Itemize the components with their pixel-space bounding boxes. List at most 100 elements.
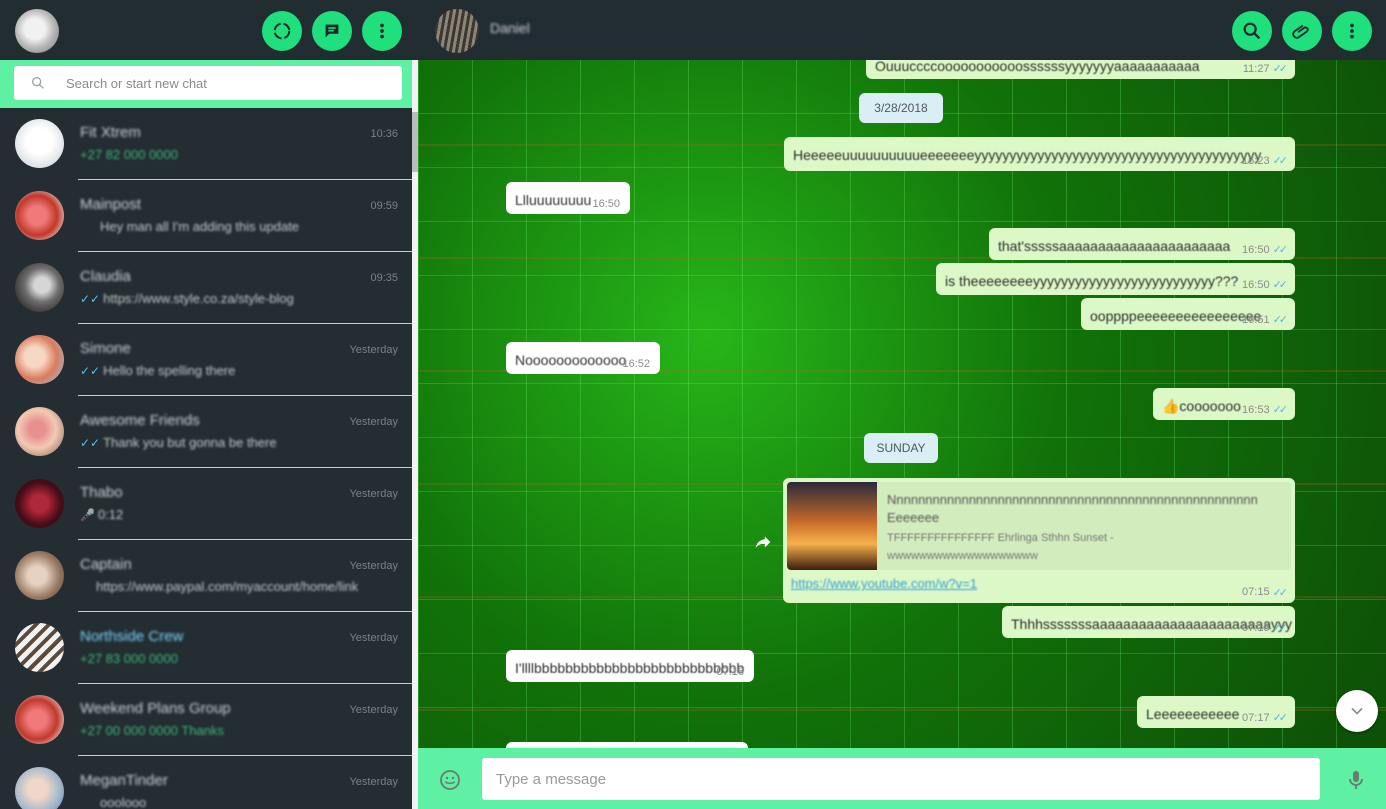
new-chat-button[interactable] (312, 11, 352, 51)
message-meta: 16:50 (592, 198, 620, 210)
chat-preview: https://www.paypal.com/myaccount/home/li… (80, 579, 358, 594)
link-url[interactable]: https://www.youtube.com/w?v=1 (791, 576, 977, 591)
message-incoming[interactable]: I'llllbbbbbbbbbbbbbbbbbbbbbbbbbbb 07:16 (506, 650, 754, 682)
sidebar: Fit Xtrem 10:36 +27 82 000 0000 Mainpost… (0, 0, 418, 809)
message-time: 16:50 (1242, 243, 1270, 256)
chat-time: Yesterday (349, 632, 398, 644)
attach-button[interactable] (1282, 11, 1322, 51)
message-outgoing[interactable]: 👍cooooooo 16:53 ✓✓ (1153, 388, 1295, 420)
chat-preview: ooolooo (80, 795, 146, 809)
message-time: 16:51 (1242, 313, 1270, 326)
double-tick-icon: ✓✓ (1272, 712, 1289, 724)
message-input[interactable] (482, 758, 1320, 800)
double-tick-icon: ✓✓ (1272, 587, 1289, 599)
avatar (15, 695, 64, 744)
new-chat-icon (325, 24, 339, 38)
status-button[interactable] (262, 11, 302, 51)
message-time: 16:50 (592, 198, 620, 210)
chat-preview-text: +27 82 000 0000 (80, 147, 178, 162)
chat-list-item[interactable]: Captain Yesterday https://www.paypal.com… (0, 540, 412, 612)
message-outgoing[interactable]: Ouuuccccooooooooooossssssyyyyyyyaaaaaaaa… (866, 60, 1295, 79)
search-input[interactable] (66, 66, 386, 100)
chat-list-item[interactable]: Awesome Friends Yesterday ✓✓ Thank you bu… (0, 396, 412, 468)
message-time: 11:27 (1242, 62, 1270, 75)
contact-name[interactable]: Daniel (490, 20, 530, 36)
message-text: Llluuuuuuuu (515, 192, 592, 208)
chat-item-body: MeganTinder Yesterday ooolooo (78, 756, 412, 809)
message-outgoing[interactable]: that'sssssaaaaaaaaaaaaaaaaaaaaaa 16:50 ✓✓ (989, 228, 1295, 260)
chat-preview-text: +27 83 000 0000 (80, 651, 178, 666)
message-text: Ouuuccccooooooooooossssssyyyyyyyaaaaaaaa… (875, 60, 1200, 74)
chat-list-item[interactable]: Thabo Yesterday 🎤 0:12 (0, 468, 412, 540)
message-incoming[interactable]: Nooooooooooooo 16:52 (506, 342, 660, 374)
message-text: I'llllbbbbbbbbbbbbbbbbbbbbbbbbbbb (515, 660, 745, 676)
message-meta: 11:27 ✓✓ (1242, 62, 1289, 76)
message-outgoing[interactable]: is theeeeeeeeyyyyyyyyyyyyyyyyyyyyyyyyyy?… (936, 263, 1295, 295)
message-meta: 07:16 (716, 666, 744, 678)
chat-item-body: Simone Yesterday ✓✓ Hello the spelling th… (78, 324, 412, 396)
message-incoming[interactable]: Llluuuuuuuu 16:50 (506, 182, 630, 214)
chat-name: Weekend Plans Group (80, 700, 231, 717)
double-tick-icon: ✓✓ (1272, 279, 1289, 291)
chat-time: Yesterday (349, 704, 398, 716)
message-text: Nooooooooooooo (515, 352, 627, 368)
chat-preview-text: https://www.paypal.com/myaccount/home/li… (96, 579, 359, 594)
search-box[interactable] (14, 66, 402, 100)
message-text: Leeeeeeeeeee (1146, 706, 1240, 722)
emoji-icon[interactable] (438, 768, 462, 792)
chat-time: 09:35 (370, 272, 398, 284)
avatar (15, 551, 64, 600)
forward-icon[interactable] (752, 531, 774, 553)
message-time: 16:53 (1242, 403, 1270, 416)
avatar (15, 119, 64, 168)
chat-preview: ✓✓ https://www.style.co.za/style-blog (80, 291, 294, 306)
date-divider: SUNDAY (864, 433, 938, 463)
mic-icon[interactable] (1344, 768, 1368, 792)
chat-item-body: Weekend Plans Group Yesterday +27 00 000… (78, 684, 412, 756)
chat-list-item[interactable]: Mainpost 09:59 Hey man all I'm adding th… (0, 180, 412, 252)
double-tick-icon: ✓✓ (80, 291, 101, 306)
sidebar-menu-button[interactable] (362, 11, 402, 51)
message-outgoing[interactable]: Heeeeeuuuuuuuuuueeeeeeeyyyyyyyyyyyyyyyyy… (784, 137, 1295, 171)
message-meta: 16:23 ✓✓ (1242, 154, 1288, 168)
double-tick-icon: ✓✓ (80, 363, 101, 378)
chat-list-item[interactable]: Weekend Plans Group Yesterday +27 00 000… (0, 684, 412, 756)
message-pane[interactable]: Ouuuccccooooooooooossssssyyyyyyyaaaaaaaa… (418, 60, 1386, 748)
message-text: ooppppeeeeeeeeeeeeeeee (1090, 308, 1262, 324)
conversation-menu-button[interactable] (1332, 11, 1372, 51)
scroll-to-bottom-button[interactable] (1336, 690, 1378, 732)
sidebar-header (0, 0, 418, 60)
my-avatar[interactable] (15, 9, 59, 53)
chat-name: Thabo (80, 484, 123, 501)
search-messages-button[interactable] (1232, 11, 1272, 51)
avatar (15, 407, 64, 456)
message-time: 07:16 (716, 666, 744, 678)
message-text: that'sssssaaaaaaaaaaaaaaaaaaaaaa (998, 238, 1231, 254)
message-outgoing[interactable]: Leeeeeeeeeee 07:17 ✓✓ (1137, 696, 1295, 728)
chat-list-item[interactable]: Northside Crew Yesterday +27 83 000 0000 (0, 612, 412, 684)
chat-preview-text: Thank you but gonna be there (103, 435, 277, 450)
chat-list-item[interactable]: Fit Xtrem 10:36 +27 82 000 0000 (0, 108, 412, 180)
chat-name: Northside Crew (80, 628, 184, 645)
double-tick-icon: ✓✓ (1272, 63, 1289, 75)
message-outgoing[interactable]: Thhhsssssssaaaaaaaaaaaaaaaaaaaaaaayyy 07… (1002, 606, 1295, 638)
chat-preview-text: 0:12 (97, 507, 124, 522)
chat-preview: Hey man all I'm adding this update (80, 219, 299, 234)
status-icon (273, 22, 291, 40)
chat-list-item[interactable]: MeganTinder Yesterday ooolooo (0, 756, 412, 809)
message-meta: 07:15 ✓✓ (1242, 586, 1289, 599)
message-meta: 16:53 ✓✓ (1242, 403, 1288, 417)
message-incoming-partial[interactable] (506, 742, 748, 748)
chat-item-body: Claudia 09:35 ✓✓ https://www.style.co.za/… (78, 252, 412, 324)
contact-avatar[interactable] (435, 9, 479, 53)
message-time: 07:15 (1242, 586, 1270, 598)
chat-list-item[interactable]: Simone Yesterday ✓✓ Hello the spelling th… (0, 324, 412, 396)
chat-time: 10:36 (370, 128, 398, 140)
message-link-preview[interactable]: Nnnnnnnnnnnnnnnnnnnnnnnnnnnnnnnnnnnnnnnn… (783, 478, 1295, 603)
link-preview-box[interactable]: Nnnnnnnnnnnnnnnnnnnnnnnnnnnnnnnnnnnnnnnn… (787, 482, 1291, 570)
chat-preview: ✓✓ Thank you but gonna be there (80, 435, 277, 450)
compose-bar (418, 748, 1386, 809)
chat-item-body: Captain Yesterday https://www.paypal.com… (78, 540, 412, 612)
message-outgoing[interactable]: ooppppeeeeeeeeeeeeeeee 16:51 ✓✓ (1081, 298, 1295, 330)
chat-list-item[interactable]: Claudia 09:35 ✓✓ https://www.style.co.za/… (0, 252, 412, 324)
